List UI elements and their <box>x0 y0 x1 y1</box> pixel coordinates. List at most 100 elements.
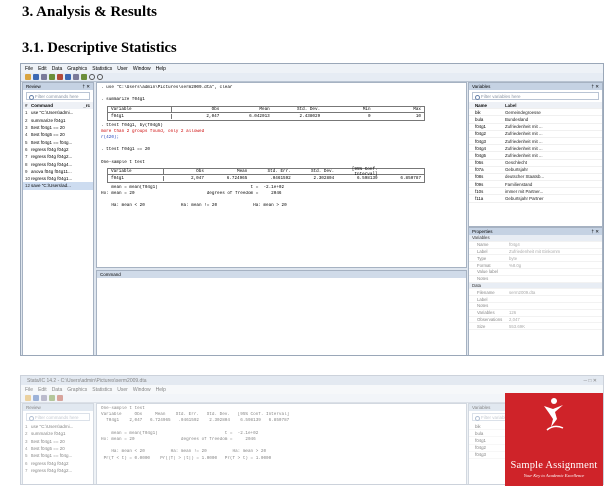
break-icon[interactable] <box>97 74 103 80</box>
log-icon[interactable] <box>49 395 55 401</box>
menu-item-graphics[interactable]: Graphics <box>67 387 87 393</box>
review-filter-input[interactable]: Filter commands here <box>26 413 90 421</box>
menu-item-data[interactable]: Data <box>52 387 63 393</box>
variables-list: bik Gemeindegroesse bula Bundesland f04g1 Zuf… <box>469 109 602 203</box>
viewer-icon[interactable] <box>57 74 63 80</box>
review-item[interactable]: 10 regress f04g f04g1... <box>23 175 93 182</box>
data-editor-icon[interactable] <box>81 74 87 80</box>
menu-item-help[interactable]: Help <box>156 66 166 72</box>
viewer-icon[interactable] <box>57 395 63 401</box>
variable-row[interactable]: f11a Geburtsjahr Partner <box>469 195 602 203</box>
review-item[interactable]: 2 summarize f04g1 <box>23 430 93 437</box>
menu-item-data[interactable]: Data <box>52 66 63 72</box>
variable-row[interactable]: f04g5 Zufriedenheit mit ... <box>469 152 602 160</box>
more-icon[interactable] <box>89 74 95 80</box>
menu-item-user[interactable]: User <box>117 387 128 393</box>
property-key: Format <box>477 262 491 268</box>
property-row[interactable]: Notes <box>469 276 602 283</box>
table-cell: 0 <box>368 113 371 119</box>
pin-close-icon[interactable]: † ✕ <box>591 84 599 90</box>
menu-item-user[interactable]: User <box>117 66 128 72</box>
results-pane: . use "C:\Users\admin\Pictures\serm2009.… <box>96 82 467 268</box>
property-row[interactable]: Type byte <box>469 255 602 263</box>
pin-close-icon[interactable]: † ✕ <box>591 229 599 235</box>
stata-window: File Edit Data Graphics Statistics User Window… <box>20 63 604 356</box>
menu-item-edit[interactable]: Edit <box>38 66 47 72</box>
variable-row[interactable]: f07a Geburtsjahr <box>469 167 602 174</box>
save-icon[interactable] <box>33 395 39 401</box>
review-item[interactable]: 3 ttest f04g1 == 20 <box>23 124 93 131</box>
review-item[interactable]: 12 save "C:\Users\ad... <box>23 182 93 190</box>
review-item[interactable]: 9 anova f04g f04g11... <box>23 168 93 175</box>
properties-section-data[interactable]: Data <box>469 282 602 290</box>
review-item-command: ttest f04g1 == 20 <box>31 125 65 131</box>
menu-item-file[interactable]: File <box>25 66 33 72</box>
menu-item-window[interactable]: Window <box>133 387 151 393</box>
table-cell: Mean <box>259 106 270 112</box>
do-file-editor-icon[interactable] <box>73 74 79 80</box>
property-row[interactable]: Variables 126 <box>469 310 602 317</box>
review-item[interactable]: 5 ttest f04g1 == f04g... <box>23 452 93 459</box>
review-item[interactable]: 7 regress f04g f04g2... <box>23 153 93 160</box>
review-item[interactable]: 4 ttest f04g5 == 20 <box>23 131 93 138</box>
review-item[interactable]: 3 ttest f04g1 == 20 <box>23 438 93 445</box>
property-row[interactable]: Format %8.0g <box>469 262 602 269</box>
review-item[interactable]: 6 regress f04g f04g2 <box>23 146 93 153</box>
property-row[interactable]: Filename serm2009.dta <box>469 289 602 297</box>
variables-header-row: Name Label <box>469 102 602 110</box>
print-icon[interactable] <box>41 395 47 401</box>
variable-row[interactable]: f09s Familienstand <box>469 181 602 189</box>
properties-section-variables[interactable]: Variables <box>469 235 602 242</box>
review-item[interactable]: 1 use "C:\Users\admi... <box>23 109 93 116</box>
variable-row[interactable]: bula Bundesland <box>469 116 602 124</box>
menu-item-file[interactable]: File <box>25 387 33 393</box>
ttest-row: f04g1 2,047 6.724965 .0461592 2.302804 6.5981… <box>108 175 424 182</box>
property-row[interactable]: Label <box>469 296 602 303</box>
property-row[interactable]: Size 553.69K <box>469 323 602 331</box>
menu-item-edit[interactable]: Edit <box>38 387 47 393</box>
review-item-command: ttest f04g1 == f04g... <box>31 139 73 145</box>
open-icon[interactable] <box>25 74 31 80</box>
variable-row[interactable]: f08s deutscher Staatsb... <box>469 174 602 182</box>
variable-name: f09s <box>475 181 484 187</box>
variable-row[interactable]: f10s immer mit Partner... <box>469 188 602 196</box>
variable-row[interactable]: bik Gemeindegroesse <box>469 109 602 117</box>
command-pane[interactable]: Command <box>96 270 467 355</box>
variable-name: f04g3 <box>475 452 486 458</box>
menu-item-graphics[interactable]: Graphics <box>67 66 87 72</box>
variable-row[interactable]: f04g3 Zufriedenheit mit ... <box>469 138 602 146</box>
review-item[interactable]: 4 ttest f04g5 == 20 <box>23 445 93 452</box>
graph-icon[interactable] <box>65 74 71 80</box>
property-row[interactable]: Name f04g4 <box>469 242 602 249</box>
review-item[interactable]: 8 regress f04g f04g4... <box>23 160 93 167</box>
open-icon[interactable] <box>25 395 31 401</box>
properties-variables-list: Name f04g4 Label Zufriedenheit mit Einkomm T… <box>469 242 602 283</box>
review-filter-input[interactable]: Filter commands here <box>26 92 90 100</box>
menu-item-help[interactable]: Help <box>156 387 166 393</box>
menu-item-statistics[interactable]: Statistics <box>92 387 112 393</box>
menu-item-statistics[interactable]: Statistics <box>92 66 112 72</box>
review-item[interactable]: 7 regress f04g f04g2... <box>23 467 93 474</box>
log-icon[interactable] <box>49 74 55 80</box>
variable-row[interactable]: f06s Geschlecht <box>469 160 602 167</box>
variables-filter-input[interactable]: Filter variables here <box>472 92 599 100</box>
property-row[interactable]: Observations 2,047 <box>469 317 602 324</box>
property-row[interactable]: Notes <box>469 303 602 310</box>
review-item[interactable]: 5 ttest f04g1 == f04g... <box>23 138 93 145</box>
save-icon[interactable] <box>33 74 39 80</box>
property-value: f04g4 <box>509 242 520 248</box>
review-item[interactable]: 2 summarize f04g1 <box>23 117 93 124</box>
print-icon[interactable] <box>41 74 47 80</box>
property-row[interactable]: Label Zufriedenheit mit Einkomm <box>469 249 602 256</box>
pin-close-icon[interactable]: † ✕ <box>82 84 90 90</box>
property-key: Notes <box>477 276 489 282</box>
menu-item-window[interactable]: Window <box>133 66 151 72</box>
window-controls-icon[interactable]: ─ □ ✕ <box>583 378 597 384</box>
variable-row[interactable]: f04g1 Zufriedenheit mit ... <box>469 124 602 131</box>
review-item-number: 5 <box>25 453 28 459</box>
property-row[interactable]: Value label <box>469 269 602 276</box>
review-item[interactable]: 1 use "C:\Users\admi... <box>23 423 93 430</box>
variable-row[interactable]: f04g4 Zufriedenheit mit ... <box>469 145 602 153</box>
review-item[interactable]: 6 regress f04g f04g2 <box>23 459 93 466</box>
variable-row[interactable]: f04g2 Zufriedenheit mit ... <box>469 131 602 138</box>
